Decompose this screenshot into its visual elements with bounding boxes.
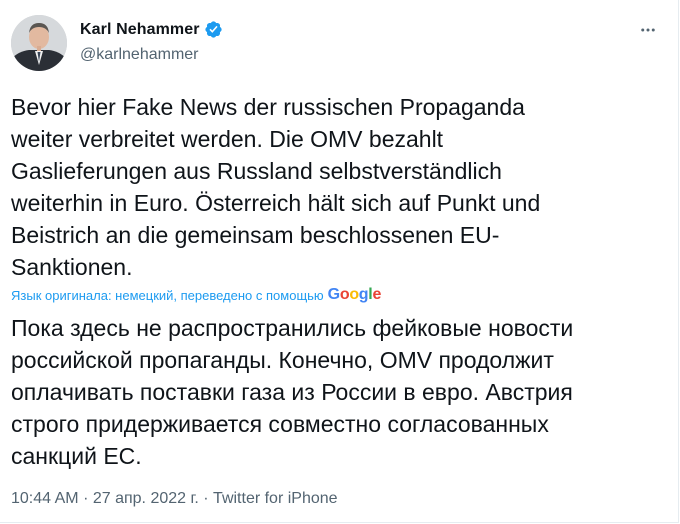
translation-label[interactable]: Язык оригинала: немецкий, переведено с п…: [11, 288, 324, 303]
more-options-icon: [641, 28, 655, 32]
tweet-card: Karl Nehammer @karlnehammer Bevor hier F…: [0, 0, 679, 523]
tweet-date[interactable]: 27 апр. 2022 г.: [93, 490, 199, 507]
meta-separator: ·: [83, 490, 89, 507]
tweet-source[interactable]: Twitter for iPhone: [213, 490, 338, 507]
meta-separator: ·: [203, 490, 209, 507]
google-logo: Google: [327, 286, 382, 303]
author-name[interactable]: Karl Nehammer: [80, 21, 200, 39]
avatar[interactable]: [11, 15, 67, 71]
more-options-button[interactable]: [638, 20, 658, 40]
author-name-row[interactable]: Karl Nehammer: [80, 20, 223, 39]
translated-tweet-text: Пока здесь не распространились фейковые …: [11, 315, 574, 469]
translation-attribution[interactable]: Язык оригинала: немецкий, переведено с п…: [11, 286, 381, 304]
tweet-text: Bevor hier Fake News der russischen Prop…: [11, 94, 541, 280]
tweet-time[interactable]: 10:44 AM: [11, 490, 79, 507]
avatar-image: [11, 15, 67, 71]
verified-badge-icon: [204, 20, 223, 39]
author-handle[interactable]: @karlnehammer: [80, 46, 199, 64]
tweet-metadata: 10:44 AM · 27 апр. 2022 г. · Twitter for…: [11, 490, 338, 508]
